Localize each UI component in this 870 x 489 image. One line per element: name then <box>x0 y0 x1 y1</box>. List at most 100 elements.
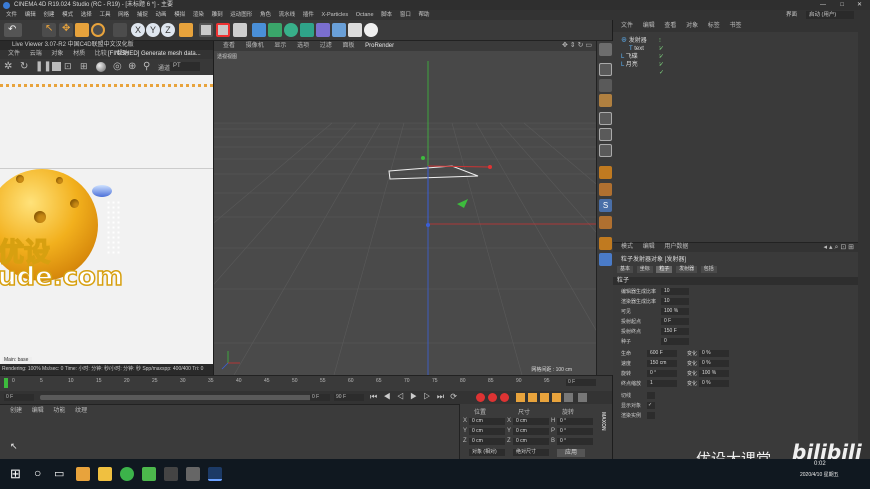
key-scale-icon[interactable] <box>528 393 537 402</box>
om-menu-bookmarks[interactable]: 书签 <box>729 23 741 29</box>
menu-edit[interactable]: 编辑 <box>25 12 36 18</box>
param-field[interactable]: 0 F <box>661 318 689 325</box>
size-x-field[interactable]: 0 cm <box>513 418 549 425</box>
recent-tool-icon[interactable] <box>113 23 127 37</box>
am-menu-edit[interactable]: 编辑 <box>643 244 655 250</box>
param-field[interactable]: 100 % <box>661 308 689 315</box>
clay-render-icon[interactable]: ◎ <box>113 61 122 72</box>
menu-snap[interactable]: 捕捉 <box>137 12 148 18</box>
frame-range-slider[interactable] <box>40 395 328 400</box>
rotate-icon[interactable] <box>91 23 105 37</box>
param-field[interactable]: 600 F <box>647 350 677 357</box>
object-row[interactable]: T text ⁝ ✓ <box>629 45 664 60</box>
range-start-field[interactable]: 0 F <box>310 394 330 401</box>
z-axis-icon[interactable]: Z <box>161 23 175 37</box>
lv-menu-cloud[interactable]: 云端 <box>30 51 42 57</box>
viewport-nav-icons[interactable]: ✥ ⇕ ↻ ▭ <box>562 41 592 51</box>
param-field[interactable]: 1 <box>647 380 677 387</box>
current-frame-field[interactable]: 0 F <box>566 379 596 386</box>
scale-icon[interactable] <box>75 23 89 37</box>
menu-mograph[interactable]: 运动图形 <box>230 12 252 18</box>
subdivision-icon[interactable] <box>284 23 298 37</box>
maximize-button[interactable]: □ <box>840 0 844 10</box>
app-icon[interactable] <box>186 467 200 481</box>
search-icon[interactable]: ○ <box>34 466 41 480</box>
variation-field[interactable]: 0 % <box>699 360 729 367</box>
object-row[interactable]: ⊕ 发射器 ⁝ ✓ <box>621 37 664 52</box>
param-field[interactable]: 0 <box>661 338 689 345</box>
texture-mode-icon[interactable] <box>599 79 612 92</box>
object-row[interactable]: L 飞碟 ⁝ ✓ <box>621 53 664 68</box>
transport-buttons[interactable]: ⏮ ◀ ◁ ▶ ▷ ⏭ ⟳ <box>370 392 459 402</box>
move-icon[interactable]: ✥ <box>59 23 73 37</box>
cinema4d-taskbar-icon[interactable] <box>208 467 222 481</box>
undo-icon[interactable]: ↶ <box>4 23 22 37</box>
size-y-field[interactable]: 0 cm <box>513 428 549 435</box>
variation-field[interactable]: 0 % <box>699 350 729 357</box>
variation-field[interactable]: 100 % <box>699 370 729 377</box>
param-field[interactable]: 150 cm <box>647 360 677 367</box>
key-parameter-icon[interactable] <box>552 393 561 402</box>
lv-menu-compare[interactable]: 比较 <box>95 51 107 57</box>
edges-mode-icon[interactable] <box>599 128 612 141</box>
om-menu-edit[interactable]: 编辑 <box>643 23 655 29</box>
deformer-icon[interactable] <box>316 23 330 37</box>
am-nav-icons[interactable]: ◂ ▴ ⌕ ⊡ ⊞ <box>824 243 854 252</box>
pause-icon[interactable]: ❚❚ <box>35 61 52 72</box>
vp-menu-options[interactable]: 选项 <box>297 43 309 49</box>
param-field[interactable]: 10 <box>661 288 689 295</box>
lv-menu-material[interactable]: 材质 <box>73 51 85 57</box>
am-menu-userdata[interactable]: 用户数据 <box>664 244 688 250</box>
focus-pick-icon[interactable]: ⊕ <box>128 61 136 72</box>
end-frame-field[interactable]: 90 F <box>334 394 364 401</box>
enable-axis-icon[interactable] <box>599 166 612 179</box>
position-z-field[interactable]: 0 cm <box>469 438 505 445</box>
x-axis-icon[interactable]: X <box>131 23 145 37</box>
3d-viewport[interactable]: 查看 摄像机 显示 选项 过滤 面板 ProRender ✥ ⇕ ↻ ▭ 透视视… <box>214 41 596 375</box>
render-view-icon[interactable] <box>199 23 213 37</box>
lock-icon[interactable]: ⊡ <box>64 61 72 72</box>
model-mode-icon[interactable] <box>599 63 612 76</box>
menu-mesh[interactable]: 网格 <box>118 12 129 18</box>
menu-simulate[interactable]: 模拟 <box>174 12 185 18</box>
record-icon[interactable] <box>476 393 485 402</box>
render-mode-select[interactable]: PT <box>170 62 200 71</box>
pin-icon[interactable]: ⚲ <box>143 61 150 72</box>
rotation-p-field[interactable]: 0 ° <box>557 428 593 435</box>
start-windows-icon[interactable]: ⊞ <box>10 466 21 482</box>
minimize-button[interactable]: — <box>820 0 826 10</box>
points-mode-icon[interactable] <box>599 112 612 125</box>
playhead[interactable] <box>4 378 8 388</box>
mat-menu-function[interactable]: 功能 <box>53 408 65 414</box>
floor-icon[interactable] <box>332 23 346 37</box>
lv-menu-file[interactable]: 文件 <box>8 51 20 57</box>
light-icon[interactable] <box>364 23 378 37</box>
grid-icon[interactable] <box>599 253 612 266</box>
rotation-b-field[interactable]: 0 ° <box>557 438 593 445</box>
vp-menu-view[interactable]: 查看 <box>223 43 235 49</box>
timeline-ruler[interactable]: 0 5 10 15 20 25 30 35 40 45 50 55 60 65 … <box>4 378 564 388</box>
wechat-icon[interactable] <box>142 467 156 481</box>
vp-menu-camera[interactable]: 摄像机 <box>246 43 264 49</box>
material-ball-icon[interactable] <box>96 62 106 72</box>
app-icon[interactable] <box>164 467 178 481</box>
app-green-icon[interactable] <box>120 467 134 481</box>
om-menu-tags[interactable]: 标签 <box>708 23 720 29</box>
position-x-field[interactable]: 0 cm <box>469 418 505 425</box>
menu-render[interactable]: 渲染 <box>193 12 204 18</box>
menu-pipeline[interactable]: 流水线 <box>279 12 296 18</box>
tab-particle[interactable]: 粒子 <box>656 266 673 273</box>
coordinate-mode-select[interactable]: 对象 (相对) <box>469 449 505 456</box>
layer-icon[interactable] <box>599 237 612 250</box>
spline-pen-icon[interactable] <box>268 23 282 37</box>
menu-animate[interactable]: 动画 <box>156 12 167 18</box>
key-position-icon[interactable] <box>516 393 525 402</box>
mat-menu-edit[interactable]: 编辑 <box>32 408 44 414</box>
menu-file[interactable]: 文件 <box>6 12 17 18</box>
app-icon[interactable] <box>76 467 90 481</box>
menu-script[interactable]: 脚本 <box>381 12 392 18</box>
settings-gear-icon[interactable]: ✲ <box>4 61 12 72</box>
camera-icon[interactable] <box>348 23 362 37</box>
rotation-h-field[interactable]: 0 ° <box>557 418 593 425</box>
auto-key-icon[interactable] <box>488 393 497 402</box>
